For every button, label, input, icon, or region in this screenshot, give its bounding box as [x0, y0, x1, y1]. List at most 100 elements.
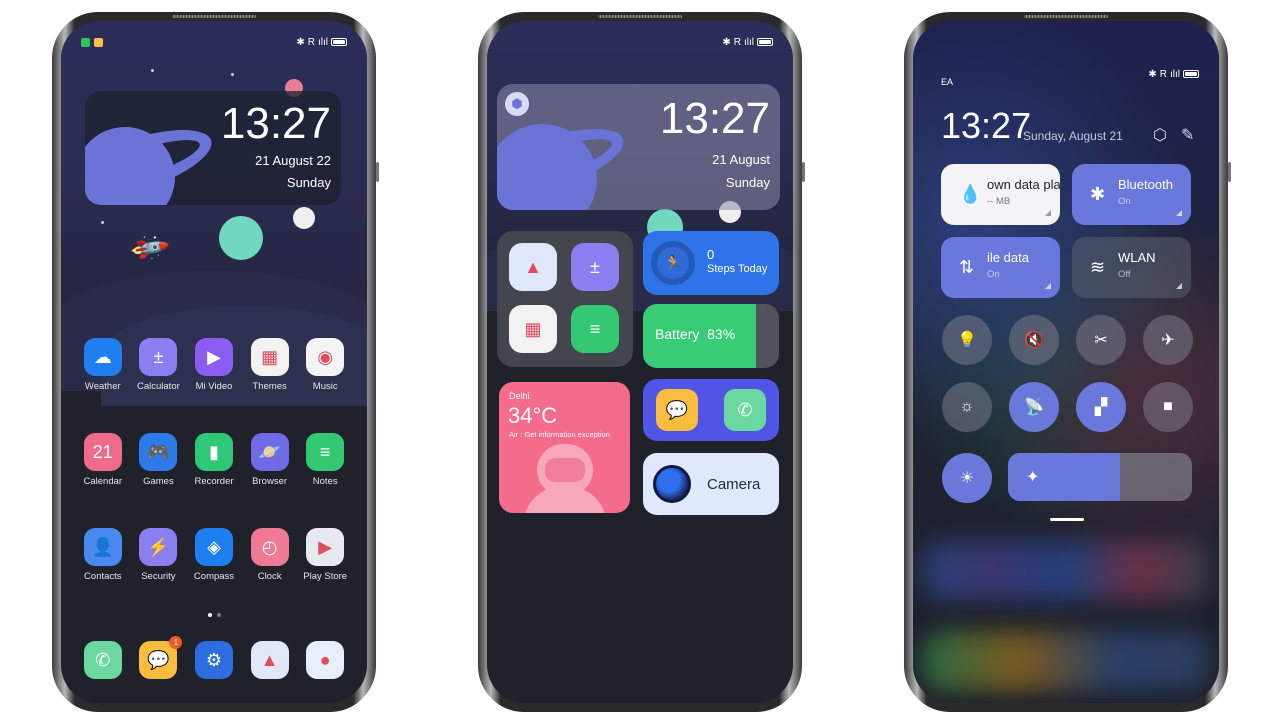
app-mi-video[interactable]: ▶ Mi Video: [186, 338, 242, 392]
app-contacts[interactable]: 👤 Contacts: [75, 528, 131, 582]
expand-corner-icon[interactable]: [1045, 283, 1051, 289]
microphone-icon: ▮: [194, 433, 233, 471]
tile-wifi[interactable]: ≋ WLAN Off: [1072, 237, 1191, 298]
dock-messages[interactable]: 💬 1: [139, 636, 183, 679]
tile-water-drop[interactable]: 💧 own data plan -- MB: [941, 164, 1060, 225]
tile-status: On: [987, 269, 1000, 280]
app-recorder[interactable]: ▮ Recorder: [186, 433, 242, 487]
toggle-lock-rotation[interactable]: ▞: [1076, 382, 1126, 432]
clock-widget[interactable]: 13:27 21 August 22 Sunday: [85, 91, 341, 205]
expand-corner-icon[interactable]: [1045, 210, 1051, 216]
dock-camera[interactable]: ●: [306, 641, 345, 679]
music-icon-glyph: ◉: [317, 346, 334, 367]
tile-status: -- MB: [987, 196, 1011, 207]
page-dot-1[interactable]: [207, 613, 212, 617]
app-compass[interactable]: ◈ Compass: [186, 528, 242, 582]
notes-icon[interactable]: ≡: [571, 305, 619, 353]
app-clock[interactable]: ◴ Clock: [242, 528, 298, 582]
gallery-icon[interactable]: ▲: [509, 243, 557, 291]
app-music[interactable]: ◉ Music: [297, 338, 353, 392]
phone-widgets-screen: ✱ R ılıl ⬢ 13:27 21 August Sunday ▲ ± ▦ ≡ 🏃…: [478, 12, 805, 712]
gallery-icon: ▲: [250, 641, 289, 679]
page-indicator[interactable]: [61, 613, 367, 617]
app-label: Weather: [84, 381, 121, 392]
app-folder[interactable]: ▲ ± ▦ ≡: [497, 231, 633, 367]
running-icon: 🏃: [651, 241, 695, 285]
toggle-mute[interactable]: 🔇: [1009, 315, 1059, 365]
phone-icon-glyph: ✆: [737, 399, 753, 420]
airplane-icon: ✈: [1161, 332, 1175, 349]
toggle-reading-mode[interactable]: ☼: [942, 382, 992, 432]
blurred-app-row: [923, 631, 1209, 691]
camera-widget[interactable]: Camera: [643, 453, 779, 515]
astronaut-decoration: [293, 207, 315, 229]
bluetooth-icon: ✱: [1090, 184, 1106, 204]
calculator-icon: ±: [139, 338, 178, 376]
toggle-location[interactable]: 📡: [1009, 382, 1059, 432]
notification-badge: 1: [169, 636, 183, 649]
auto-brightness-toggle[interactable]: ☀: [942, 453, 992, 503]
widget-settings-icon[interactable]: ⬢: [505, 92, 529, 116]
status-icons: ✱ R ılıl: [1148, 69, 1199, 80]
phone-icon[interactable]: ✆: [724, 389, 766, 431]
app-label: Themes: [252, 381, 287, 392]
edit-icon[interactable]: ✎: [1181, 125, 1194, 145]
battery-widget[interactable]: Battery 83%: [643, 304, 779, 368]
water-drop-icon: 💧: [959, 184, 982, 204]
expand-corner-icon[interactable]: [1176, 283, 1182, 289]
video-icon: ■: [1163, 398, 1173, 415]
weather-widget[interactable]: Delhi 34°C Air : Get information excepti…: [499, 382, 630, 513]
dock-gallery[interactable]: ▲: [250, 641, 289, 679]
status-bar: ✱ R ılıl: [913, 67, 1219, 81]
settings-icon[interactable]: ⬡: [1153, 125, 1167, 145]
play-store-icon: ▶: [306, 528, 345, 566]
tile-status: On: [1118, 196, 1131, 207]
dock-phone[interactable]: ✆: [83, 641, 122, 679]
camera-label: Camera: [707, 475, 761, 493]
drag-handle[interactable]: [1050, 518, 1084, 521]
themes-icon[interactable]: ▦: [509, 305, 557, 353]
page-dot-2[interactable]: [216, 613, 221, 617]
gallery-icon-glyph: ▲: [260, 649, 279, 670]
tile-mobile-data[interactable]: ⇅ ile data On: [941, 237, 1060, 298]
app-weather[interactable]: ☁ Weather: [75, 338, 131, 392]
side-button: [802, 162, 805, 182]
cc-date: Sunday, August 21: [1023, 129, 1123, 143]
app-play-store[interactable]: ▶ Play Store: [297, 528, 353, 582]
app-games[interactable]: 🎮 Games: [131, 433, 187, 487]
app-label: Music: [312, 381, 338, 392]
app-security[interactable]: ⚡ Security: [131, 528, 187, 582]
toggle-screenshot[interactable]: ✂: [1076, 315, 1126, 365]
dock-settings[interactable]: ⚙: [194, 641, 233, 679]
toggle-flashlight[interactable]: 💡: [942, 315, 992, 365]
app-label: Browser: [252, 476, 288, 487]
toggle-airplane-mode[interactable]: ✈: [1143, 315, 1193, 365]
camera-icon-glyph: ●: [319, 649, 331, 670]
status-icons: ✱ R ılıl: [722, 37, 773, 48]
toggle-screen-recorder[interactable]: ■: [1143, 382, 1193, 432]
notes-icon-glyph: ≡: [319, 441, 331, 462]
expand-corner-icon[interactable]: [1176, 210, 1182, 216]
app-calculator[interactable]: ± Calculator: [131, 338, 187, 392]
clock-widget[interactable]: ⬢ 13:27 21 August Sunday: [497, 84, 780, 210]
mute-icon: 🔇: [1024, 332, 1044, 349]
tile-bluetooth[interactable]: ✱ Bluetooth On: [1072, 164, 1191, 225]
message-icon[interactable]: 💬: [656, 389, 698, 431]
sun-icon: ☀: [959, 470, 975, 487]
clock-time: 13:27: [659, 94, 770, 143]
astronaut-body: [523, 486, 607, 513]
gamepad-icon-glyph: 🎮: [147, 441, 170, 462]
steps-widget[interactable]: 🏃 0 Steps Today: [643, 231, 779, 295]
brightness-slider[interactable]: ✦: [1008, 453, 1192, 501]
clock-time: 13:27: [220, 99, 331, 148]
app-notes[interactable]: ≡ Notes: [297, 433, 353, 487]
compass-icon-glyph: ◈: [207, 536, 221, 557]
calculator-icon-glyph: ±: [590, 256, 600, 277]
calculator-icon[interactable]: ±: [571, 243, 619, 291]
signal-icon: ılıl: [1170, 68, 1180, 80]
app-browser[interactable]: 🪐 Browser: [242, 433, 298, 487]
contacts-icon: 👤: [83, 528, 122, 566]
notes-icon-glyph: ≡: [589, 318, 601, 339]
app-calendar[interactable]: 21 Calendar: [75, 433, 131, 487]
app-themes[interactable]: ▦ Themes: [242, 338, 298, 392]
